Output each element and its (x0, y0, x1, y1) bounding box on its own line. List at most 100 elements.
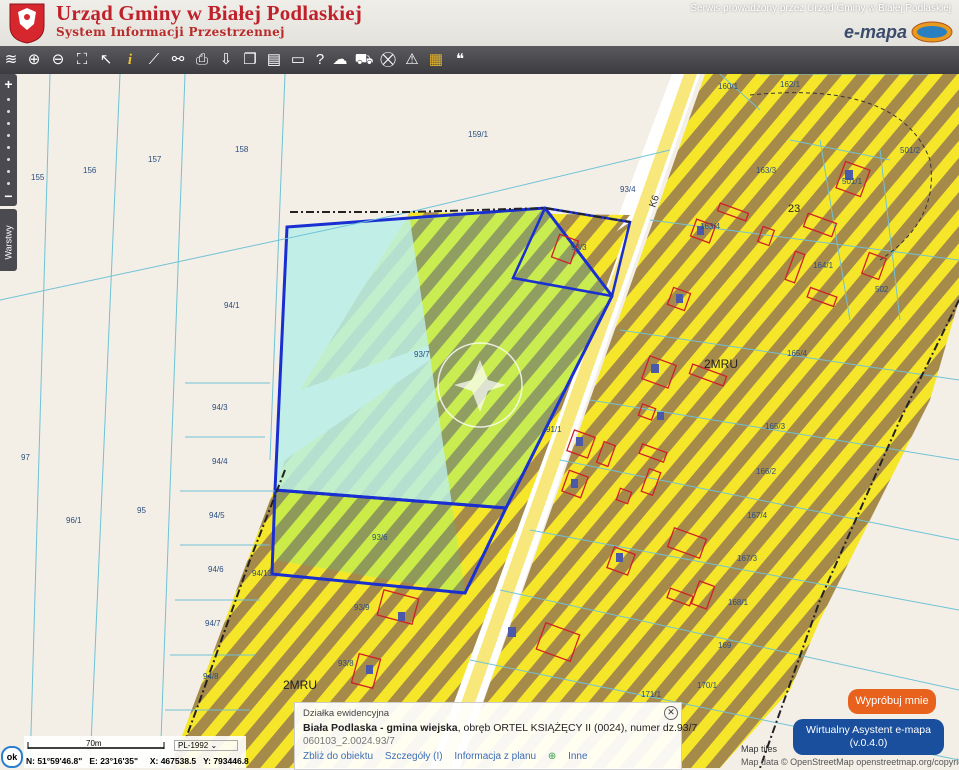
zoom-level-dot[interactable] (7, 134, 10, 137)
service-note: Serwis prowadzony przez Urząd Gminy w Bi… (690, 3, 951, 14)
label-501-2: 501/2 (900, 146, 921, 155)
details-link[interactable]: Szczegóły (I) (385, 751, 443, 762)
label-164-1: 164/1 (813, 261, 834, 270)
scale-distance: 70m (86, 739, 102, 748)
copy-icon[interactable]: ❐ (239, 49, 261, 71)
label-94-13: 94/13 (252, 569, 273, 578)
label-2mru-west: 2MRU (283, 678, 317, 692)
label-93-6: 93/6 (372, 533, 388, 542)
brand-logo[interactable] (911, 21, 953, 43)
chevron-down-icon: ⌄ (210, 741, 218, 750)
zoom-level-dot[interactable] (7, 158, 10, 161)
popup-location: Biała Podlaska - gmina wiejska, obręb OR… (303, 722, 697, 734)
add-icon[interactable]: ⊕ (548, 751, 556, 762)
zoom-level-dot[interactable] (7, 146, 10, 149)
try-me-button[interactable]: Wypróbuj mnie (848, 689, 936, 714)
label-97: 97 (21, 453, 30, 462)
label-94-4: 94/4 (212, 457, 228, 466)
crs-select[interactable]: PL-1992 ⌄ (174, 740, 238, 751)
popup-parcel-id: 060103_2.0024.93/7 (303, 736, 395, 747)
label-95: 95 (137, 506, 146, 515)
label-157: 157 (148, 155, 162, 164)
select-pointer-icon[interactable]: ↖ (95, 49, 117, 71)
coord-y: Y: 793446.8 (203, 756, 249, 766)
help-icon[interactable]: ? (309, 49, 331, 71)
zoom-level-dot[interactable] (7, 182, 10, 185)
label-94-1: 94/1 (224, 301, 240, 310)
layout-icon[interactable]: ▤ (263, 49, 285, 71)
label-93-8: 93/8 (338, 659, 354, 668)
label-159-1: 159/1 (468, 130, 489, 139)
zoom-level-dot[interactable] (7, 98, 10, 101)
warning-icon[interactable]: ⚠ (401, 49, 423, 71)
label-155: 155 (31, 173, 45, 182)
label-163-4: 163/4 (700, 222, 721, 231)
label-94-3: 94/3 (212, 403, 228, 412)
zoom-in-button[interactable]: + (1, 77, 16, 91)
label-160-1: 160/1 (718, 82, 739, 91)
feedback-icon[interactable]: ❝ (449, 49, 471, 71)
scale-box: 70m PL-1992 ⌄ N: 51°59'46.8" E: 23°16'35… (24, 736, 249, 768)
latitude: N: 51°59'46.8" (26, 756, 83, 766)
label-167-4: 167/4 (747, 511, 768, 520)
assistant-name: Wirtualny Asystent e-mapa (806, 724, 931, 736)
popup-heading: Działka ewidencyjna (303, 708, 390, 719)
label-94-7: 94/7 (205, 619, 221, 628)
zoom-out-button[interactable]: − (1, 189, 16, 203)
label-23: 23 (788, 203, 800, 215)
zoom-out-icon[interactable]: ⊖ (47, 49, 69, 71)
label-168-1: 168/1 (728, 598, 749, 607)
app-title: Urząd Gminy w Białej Podlaskiej (56, 1, 363, 25)
zoom-to-object-link[interactable]: Zbliż do obiektu (303, 751, 373, 762)
zoom-level-dot[interactable] (7, 122, 10, 125)
layers-tab[interactable]: Warstwy (0, 209, 17, 271)
label-165-3: 165/3 (765, 422, 786, 431)
label-93-4: 93/4 (620, 185, 636, 194)
label-502: 502 (875, 285, 889, 294)
label-96-1: 96/1 (66, 516, 82, 525)
crest-logo (9, 3, 45, 44)
zoom-level-dot[interactable] (7, 170, 10, 173)
zoom-level-dot[interactable] (7, 110, 10, 113)
zoom-extent-icon[interactable]: ⛶ (71, 49, 93, 71)
layers-tab-label: Warstwy (3, 225, 14, 260)
map-canvas[interactable]: 159/1 160/1 162/1 155 156 157 158 93/4 K… (0, 74, 959, 768)
label-94-6: 94/6 (208, 565, 224, 574)
label-93-9: 93/9 (354, 603, 370, 612)
export-icon[interactable]: ⇩ (215, 49, 237, 71)
print-icon[interactable]: ⎙ (191, 49, 213, 71)
attribution-tiles: Map tiles (741, 744, 778, 754)
zoom-in-icon[interactable]: ⊕ (23, 49, 45, 71)
popup-links: Zbliż do obiektu Szczegóły (I) Informacj… (303, 751, 597, 762)
plan-info-link[interactable]: Informacja z planu (454, 751, 536, 762)
info-icon[interactable]: i (119, 49, 141, 71)
label-94-5: 94/5 (209, 511, 225, 520)
cloud-icon[interactable]: ☁ (329, 49, 351, 71)
measure-icon[interactable]: ⟋ (143, 49, 165, 71)
cart-icon[interactable]: ⛟ (353, 49, 375, 71)
label-501-1: 501/1 (842, 177, 863, 186)
label-158: 158 (235, 145, 249, 154)
parcel-info-popup: Działka ewidencyjna ✕ Biała Podlaska - g… (294, 702, 697, 770)
close-icon[interactable]: ✕ (664, 706, 678, 720)
app-subtitle: System Informacji Przestrzennej (56, 25, 285, 39)
comment-icon[interactable]: ▭ (287, 49, 309, 71)
label-156: 156 (83, 166, 97, 175)
label-163-3: 163/3 (756, 166, 777, 175)
other-link[interactable]: Inne (568, 751, 587, 762)
header-bar: Urząd Gminy w Białej Podlaskiej System I… (0, 0, 959, 46)
popup-location-rest: , obręb ORTEL KSIĄŻĘCY II (0024), numer … (457, 722, 698, 734)
coordinates-line: N: 51°59'46.8" E: 23°16'35" X: 467538.5 … (26, 756, 249, 766)
color-icon[interactable]: ▦ (425, 49, 447, 71)
longitude: E: 23°16'35" (89, 756, 139, 766)
crs-value: PL-1992 (178, 741, 209, 750)
attribution-data[interactable]: Map data © OpenStreetMap openstreetmap.o… (741, 757, 959, 767)
layers-icon[interactable]: ≋ (0, 49, 22, 71)
label-165-4: 165/4 (787, 349, 808, 358)
brand-name[interactable]: e-mapa (844, 22, 907, 43)
link-icon[interactable]: ⚯ (167, 49, 189, 71)
cart2-icon[interactable]: ⛒ (377, 49, 399, 71)
assistant-button[interactable]: Wirtualny Asystent e-mapa (v.0.4.0) (793, 719, 944, 755)
popup-location-bold: Biała Podlaska - gmina wiejska (303, 722, 458, 734)
ok-button[interactable]: ok (1, 746, 23, 768)
